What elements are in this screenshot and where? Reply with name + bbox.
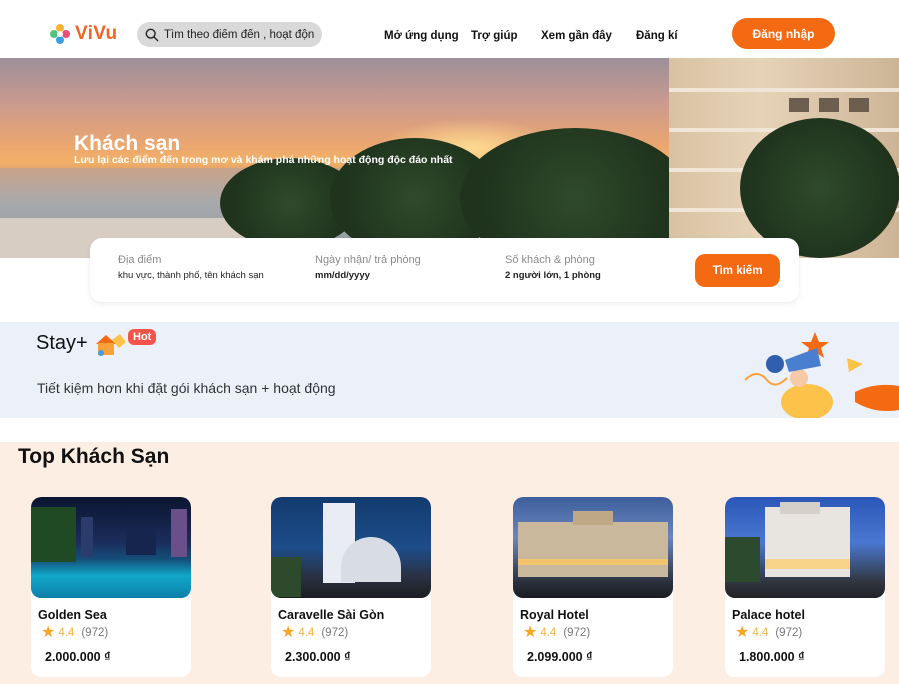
hotel-image [31, 497, 191, 598]
dates-label: Ngày nhận/ trả phòng [315, 254, 421, 266]
nav-open-app[interactable]: Mở ứng dụng [384, 30, 459, 42]
dates-value: mm/dd/yyyy [315, 270, 370, 281]
hotel-image [725, 497, 885, 598]
hero-title: Khách sạn [74, 132, 181, 155]
logo[interactable]: ViVu [49, 23, 117, 45]
hotel-name: Golden Sea [38, 608, 107, 622]
guests-value: 2 người lớn, 1 phòng [505, 270, 601, 281]
guests-label: Số khách & phòng [505, 254, 595, 266]
location-label: Địa điểm [118, 254, 162, 266]
rating-value: 4.4 [58, 627, 75, 639]
search-button[interactable]: Tìm kiếm [695, 254, 780, 287]
hotel-price: 2.099.000 ₫ [527, 650, 593, 664]
hotel-rating: ★ 4.4 (972) [281, 625, 348, 641]
hotel-rating: ★ 4.4 (972) [735, 625, 802, 641]
star-icon: ★ [41, 624, 56, 641]
review-count: (972) [321, 627, 349, 639]
hotel-card-palace[interactable]: Palace hotel ★ 4.4 (972) 1.800.000 ₫ [725, 497, 885, 677]
hero-subtitle: Lưu lại các điểm đến trong mơ và khám ph… [74, 154, 453, 166]
logo-icon [50, 24, 70, 44]
stay-plus-promo[interactable]: Stay+ Hot Tiết kiệm hơn khi đặt gói khác… [0, 322, 899, 418]
search-input[interactable] [164, 28, 314, 41]
review-count: (972) [775, 627, 803, 639]
search-bar[interactable] [137, 22, 322, 47]
hotel-image [271, 497, 431, 598]
login-button[interactable]: Đăng nhập [732, 18, 835, 49]
star-icon: ★ [523, 624, 538, 641]
search-icon [145, 28, 159, 41]
rating-value: 4.4 [540, 627, 557, 639]
hero-banner: Khách sạn Lưu lại các điểm đến trong mơ … [0, 58, 899, 258]
hotel-rating: ★ 4.4 (972) [41, 625, 108, 641]
hotel-card-royal[interactable]: Royal Hotel ★ 4.4 (972) 2.099.000 ₫ [513, 497, 673, 677]
megaphone-illustration-icon [744, 332, 899, 418]
nav-register[interactable]: Đăng kí [636, 30, 678, 42]
hotel-price: 2.300.000 ₫ [285, 650, 351, 664]
hot-badge: Hot [128, 329, 157, 345]
nav-help[interactable]: Trợ giúp [471, 30, 518, 42]
location-value: khu vực, thành phố, tên khách sạn [118, 270, 264, 281]
promo-text: Tiết kiệm hơn khi đặt gói khách sạn + ho… [37, 380, 336, 396]
rating-value: 4.4 [298, 627, 315, 639]
hotel-rating: ★ 4.4 (972) [523, 625, 590, 641]
dates-field[interactable]: Ngày nhận/ trả phòng mm/dd/yyyy [315, 254, 421, 281]
booking-bar: Địa điểm khu vực, thành phố, tên khách s… [90, 238, 799, 302]
review-count: (972) [81, 627, 109, 639]
header: ViVu Mở ứng dụng Trợ giúp Xem gần đây Đă… [0, 0, 899, 60]
promo-title: Stay+ [36, 332, 88, 354]
section-title: Top Khách Sạn [18, 445, 170, 468]
review-count: (972) [563, 627, 591, 639]
logo-text: ViVu [75, 23, 118, 44]
hotel-name: Palace hotel [732, 608, 805, 622]
hotel-card-golden-sea[interactable]: Golden Sea ★ 4.4 (972) 2.000.000 ₫ [31, 497, 191, 677]
rating-value: 4.4 [752, 627, 769, 639]
hotel-card-caravelle[interactable]: Caravelle Sài Gòn ★ 4.4 (972) 2.300.000 … [271, 497, 431, 677]
top-hotels-section: Top Khách Sạn Golden Sea ★ 4.4 (972) 2.0… [0, 442, 899, 684]
house-icon [96, 334, 126, 356]
hotel-name: Royal Hotel [520, 608, 589, 622]
star-icon: ★ [281, 624, 296, 641]
star-icon: ★ [735, 624, 750, 641]
location-field[interactable]: Địa điểm khu vực, thành phố, tên khách s… [118, 254, 264, 281]
hotel-price: 2.000.000 ₫ [45, 650, 111, 664]
hotel-price: 1.800.000 ₫ [739, 650, 805, 664]
page: ViVu Mở ứng dụng Trợ giúp Xem gần đây Đă… [0, 0, 899, 684]
hotel-name: Caravelle Sài Gòn [278, 608, 385, 622]
nav-recently-viewed[interactable]: Xem gần đây [541, 30, 612, 42]
hotel-image [513, 497, 673, 598]
guests-field[interactable]: Số khách & phòng 2 người lớn, 1 phòng [505, 254, 601, 281]
